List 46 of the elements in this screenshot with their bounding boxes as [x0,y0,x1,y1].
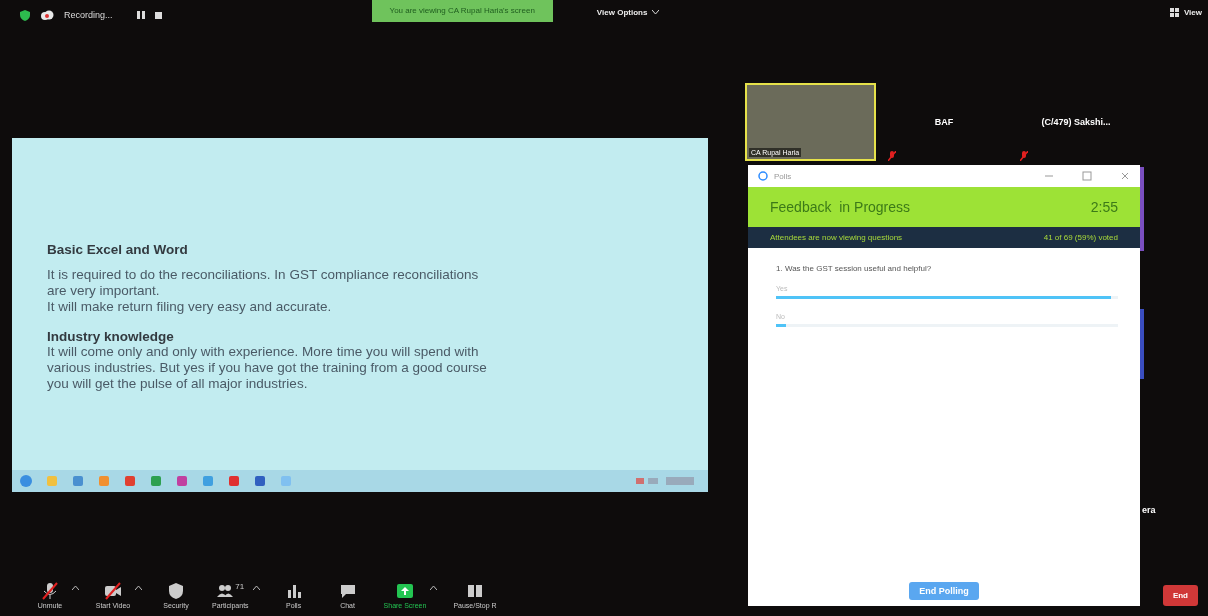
caret-icon[interactable] [430,585,438,591]
participant-name: era [1141,505,1157,515]
app-icon[interactable] [254,475,266,487]
window-title: Polls [774,171,792,181]
vote-count: 41 of 69 (59%) voted [1043,233,1118,242]
cloud-icon [40,10,54,20]
chat-bubble-icon [758,171,768,181]
viewing-banner: You are viewing CA Rupal Haria's screen [371,0,553,22]
app-icon[interactable] [176,475,188,487]
slide-heading: Industry knowledge [47,329,175,344]
view-button[interactable]: View [1169,0,1202,25]
app-icon[interactable] [98,475,110,487]
caret-icon[interactable] [252,585,260,591]
maximize-icon[interactable] [1082,171,1092,181]
app-icon[interactable] [150,475,162,487]
share-screen-icon [396,581,414,600]
slide-paragraph: It will make return filing very easy and accurate. [47,299,333,315]
caret-icon [652,10,660,15]
participant-name: BAF [934,117,954,127]
stop-icon[interactable] [154,11,162,19]
poll-question: 1. Was the GST session useful and helpful? [776,264,933,273]
app-icon[interactable] [228,475,240,487]
end-meeting-button[interactable]: End [1162,584,1198,606]
slide-heading: Basic Excel and Word [47,242,189,257]
tile-edge [1140,309,1144,379]
poll-timer: 2:55 [1090,199,1118,215]
recording-label: Recording... [64,10,113,20]
caret-icon[interactable] [72,585,79,591]
shield-icon [167,581,185,600]
status-text: Attendees are now viewing questions [770,233,903,242]
slide-paragraph: It is required to do the reconciliations. In GST compliance reconciliations are very important. [47,267,480,299]
participant-count: 71 [235,581,245,591]
grid-icon [1169,8,1179,17]
pause-icon[interactable] [136,11,145,19]
view-options-button[interactable]: View Options [596,0,660,25]
close-icon[interactable] [1120,171,1130,181]
system-tray-icon[interactable] [636,476,696,486]
app-icon[interactable] [124,475,136,487]
caret-icon[interactable] [135,585,142,591]
shield-icon[interactable] [20,9,30,21]
participant-name: (C/479) Sakshi... [1041,117,1111,127]
slide-paragraph: It will come only and only with experience. More time you will spend with various industries. But yes if you have got the training from a good course you will get the pulse of all major industries. [47,344,488,392]
start-button-icon[interactable] [20,475,32,487]
app-icon[interactable] [202,475,214,487]
poll-title: Feedback in Progress [770,199,911,215]
app-icon[interactable] [72,475,84,487]
